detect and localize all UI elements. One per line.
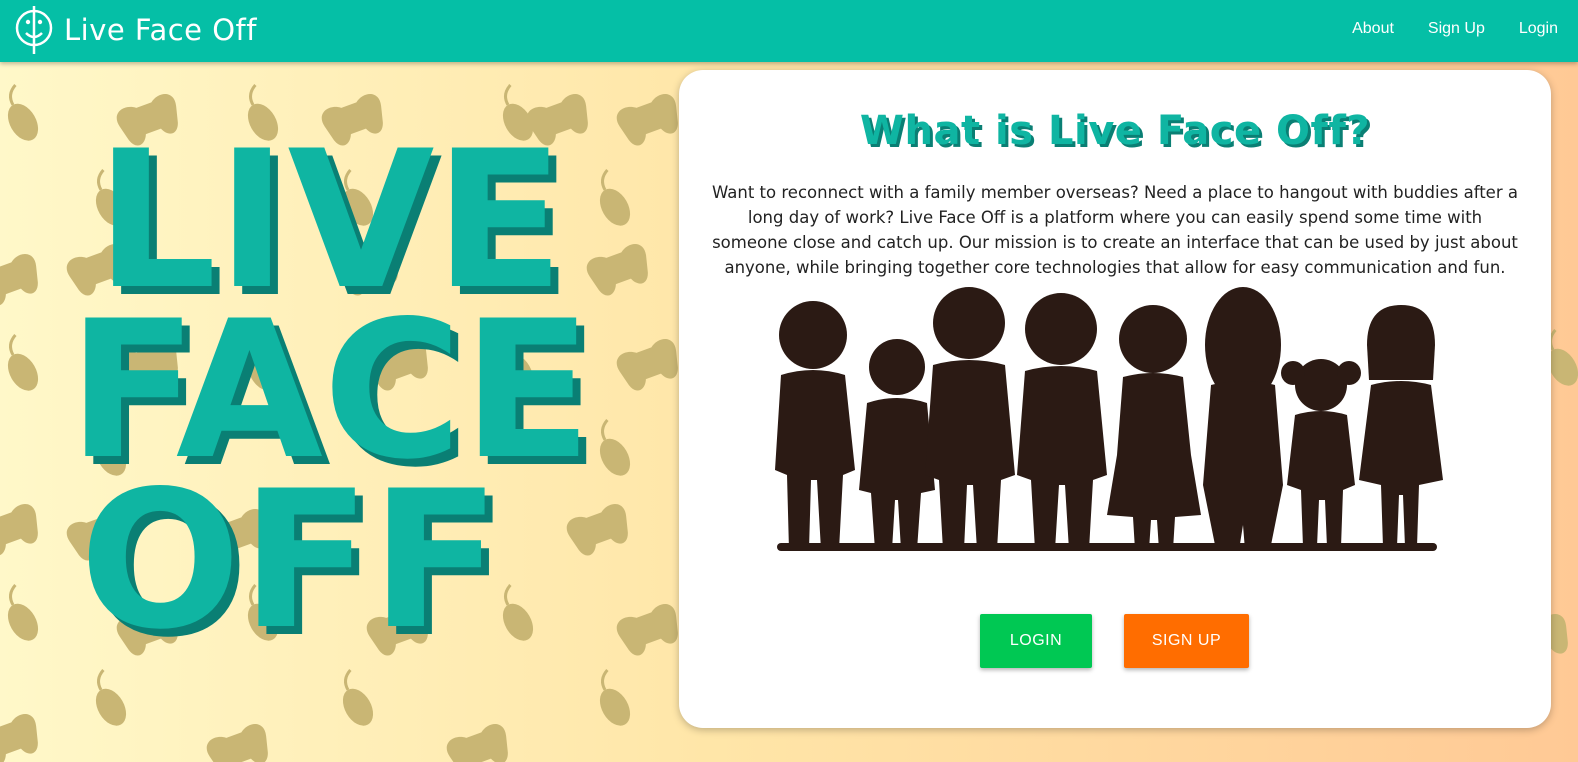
family-silhouette-image bbox=[775, 287, 1443, 551]
login-button[interactable]: LOGIN bbox=[980, 614, 1092, 668]
top-navbar: Live Face Off About Sign Up Login bbox=[0, 0, 1578, 62]
signup-button[interactable]: SIGN UP bbox=[1124, 614, 1249, 668]
hero-line-off: OFF bbox=[79, 450, 500, 648]
nav-link-signup[interactable]: Sign Up bbox=[1428, 20, 1485, 38]
brand-name: Live Face Off bbox=[64, 13, 257, 47]
hero-title: LIVE LIVE FACE FACE OFF OFF bbox=[70, 118, 590, 648]
card-title: What is Live Face Off? bbox=[859, 108, 1371, 154]
face-logo-icon bbox=[15, 6, 53, 54]
nav-links: About Sign Up Login bbox=[1318, 0, 1558, 58]
brand[interactable]: Live Face Off bbox=[14, 3, 257, 57]
nav-link-login[interactable]: Login bbox=[1519, 20, 1558, 38]
nav-link-about[interactable]: About bbox=[1352, 20, 1394, 38]
info-card: What is Live Face Off? Want to reconnect… bbox=[679, 70, 1551, 728]
card-description: Want to reconnect with a family member o… bbox=[712, 183, 1518, 277]
